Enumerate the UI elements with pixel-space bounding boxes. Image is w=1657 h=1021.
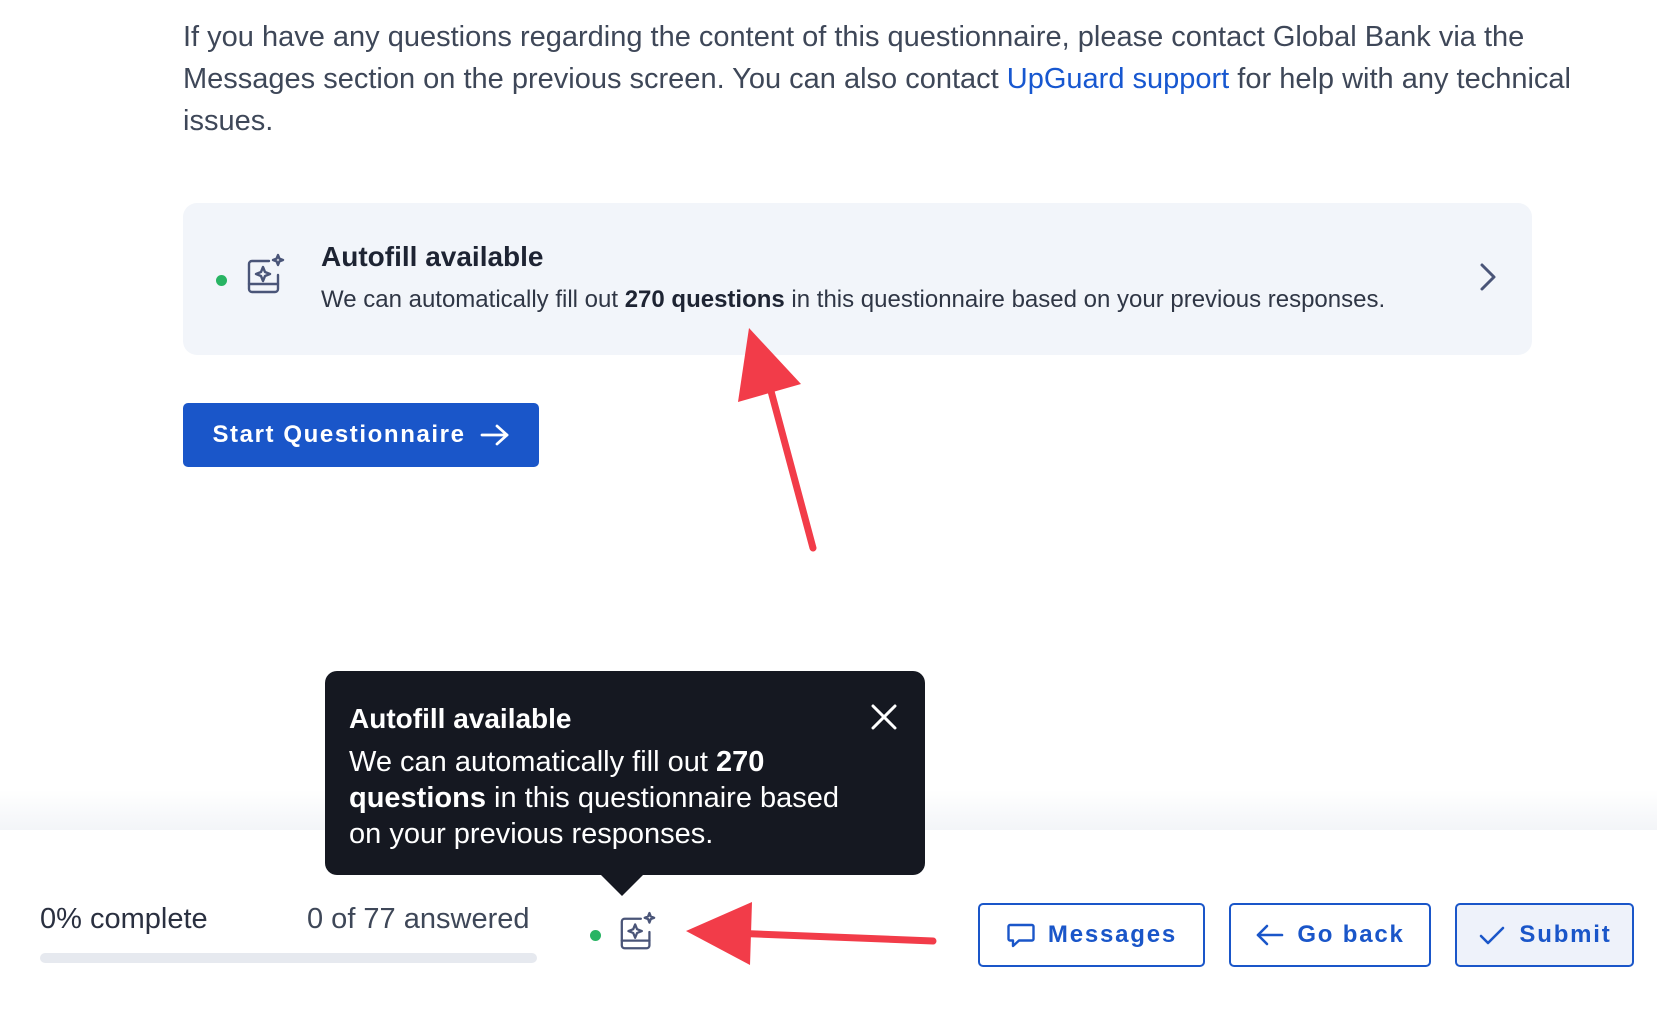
autofill-status-dot-footer bbox=[590, 930, 601, 941]
autofill-sparkle-icon[interactable] bbox=[618, 911, 658, 955]
checkmark-icon bbox=[1480, 926, 1505, 945]
autofill-sparkle-icon bbox=[247, 253, 285, 294]
arrow-left-icon bbox=[1257, 924, 1284, 946]
tooltip-body: We can automatically fill out 270 questi… bbox=[349, 744, 869, 852]
autofill-desc-text: We can automatically fill out bbox=[321, 286, 625, 313]
close-icon[interactable] bbox=[868, 701, 900, 733]
tooltip-pointer bbox=[600, 874, 644, 896]
speech-bubble-icon bbox=[1007, 923, 1035, 948]
submit-button[interactable]: Submit bbox=[1455, 903, 1634, 967]
autofill-card-title: Autofill available bbox=[321, 241, 544, 272]
autofill-card-description: We can automatically fill out 270 questi… bbox=[321, 286, 1385, 314]
tooltip-body-text: We can automatically fill out bbox=[349, 746, 716, 778]
tooltip-title: Autofill available bbox=[349, 703, 572, 734]
autofill-tooltip: Autofill available We can automatically … bbox=[325, 671, 925, 875]
arrow-right-icon bbox=[480, 424, 508, 446]
go-back-button[interactable]: Go back bbox=[1229, 903, 1431, 967]
progress-percent-label: 0% complete bbox=[40, 903, 208, 935]
autofill-desc-text-end: in this questionnaire based on your prev… bbox=[784, 286, 1386, 313]
start-questionnaire-label: Start Questionnaire bbox=[212, 421, 466, 448]
submit-label: Submit bbox=[1519, 921, 1612, 948]
intro-paragraph: If you have any questions regarding the … bbox=[183, 16, 1623, 142]
answered-count-label: 0 of 77 answered bbox=[307, 903, 530, 935]
autofill-status-dot bbox=[216, 275, 227, 286]
autofill-question-count: 270 questions bbox=[624, 286, 785, 313]
go-back-label: Go back bbox=[1297, 921, 1405, 948]
chevron-right-icon[interactable] bbox=[1473, 259, 1501, 295]
autofill-card[interactable]: Autofill available We can automatically … bbox=[183, 203, 1532, 355]
upguard-support-link[interactable]: UpGuard support bbox=[1007, 63, 1229, 95]
annotation-arrow-up bbox=[738, 328, 817, 552]
progress-bar bbox=[40, 953, 537, 963]
messages-button[interactable]: Messages bbox=[978, 903, 1205, 967]
messages-label: Messages bbox=[1047, 921, 1178, 948]
start-questionnaire-button[interactable]: Start Questionnaire bbox=[183, 403, 539, 467]
